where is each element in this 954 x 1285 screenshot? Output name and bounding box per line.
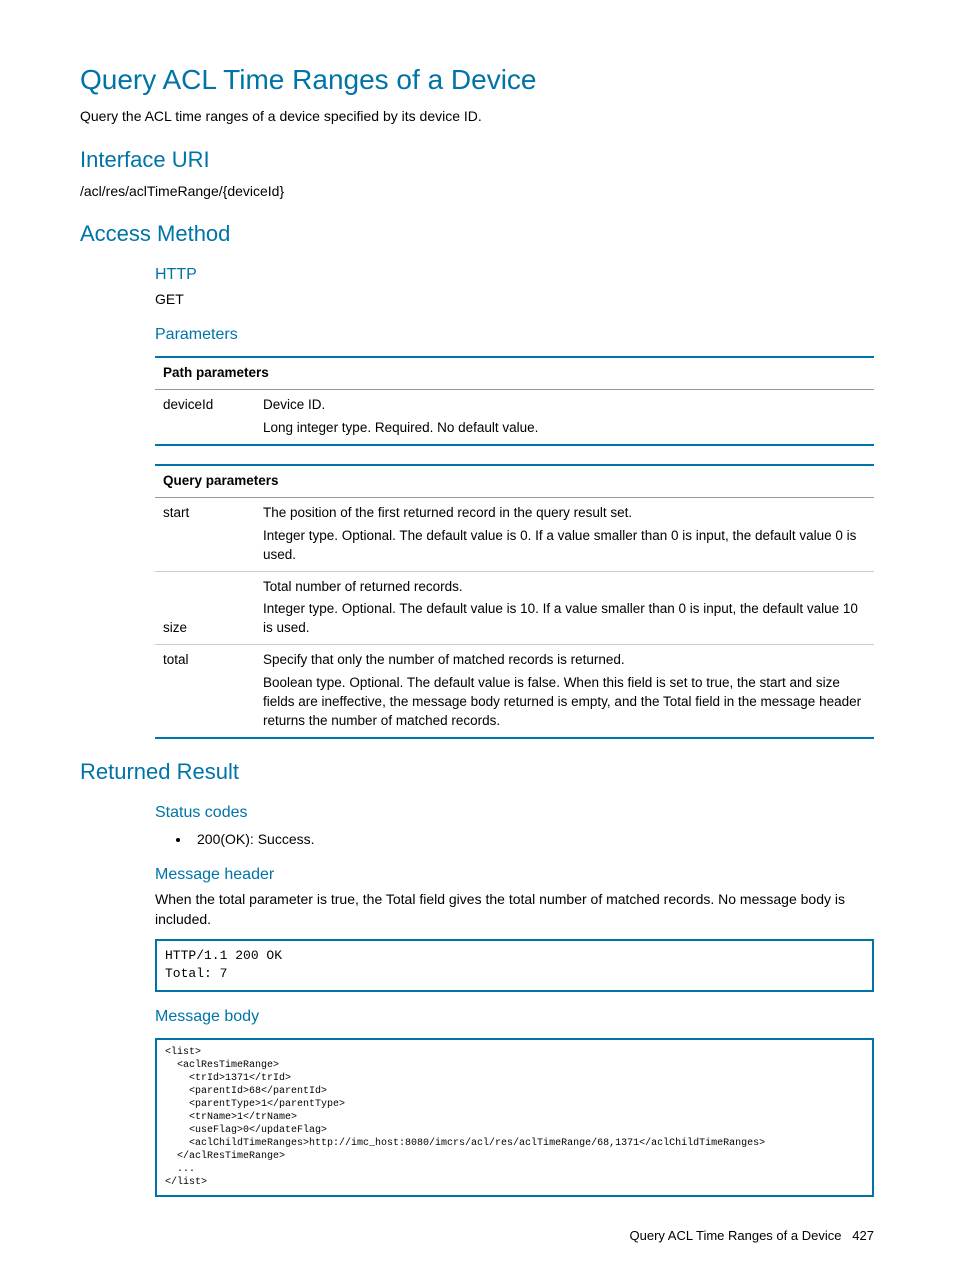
- message-header-text: When the total parameter is true, the To…: [155, 890, 874, 929]
- param-name: start: [155, 497, 255, 571]
- list-item: 200(OK): Success.: [191, 830, 874, 850]
- parameters-heading: Parameters: [155, 324, 874, 346]
- table-row: total Specify that only the number of ma…: [155, 645, 874, 738]
- status-codes-list: 200(OK): Success.: [191, 830, 874, 850]
- param-desc: Total number of returned records. Intege…: [255, 571, 874, 645]
- page-footer: Query ACL Time Ranges of a Device 427: [80, 1227, 874, 1245]
- interface-uri-heading: Interface URI: [80, 145, 874, 176]
- table-row: size Total number of returned records. I…: [155, 571, 874, 645]
- status-codes-heading: Status codes: [155, 802, 874, 824]
- page-title: Query ACL Time Ranges of a Device: [80, 60, 874, 99]
- query-table-header: Query parameters: [155, 465, 874, 497]
- param-name: total: [155, 645, 255, 738]
- param-desc: The position of the first returned recor…: [255, 497, 874, 571]
- param-name: size: [155, 571, 255, 645]
- access-method-heading: Access Method: [80, 219, 874, 250]
- footer-page: 427: [852, 1228, 874, 1243]
- message-header-heading: Message header: [155, 864, 874, 886]
- table-row: deviceId Device ID. Long integer type. R…: [155, 390, 874, 445]
- http-heading: HTTP: [155, 264, 874, 286]
- interface-uri-value: /acl/res/aclTimeRange/{deviceId}: [80, 182, 874, 202]
- path-parameters-table: Path parameters deviceId Device ID. Long…: [155, 356, 874, 446]
- message-body-heading: Message body: [155, 1006, 874, 1028]
- param-name: deviceId: [155, 390, 255, 445]
- param-desc: Specify that only the number of matched …: [255, 645, 874, 738]
- message-body-code: <list> <aclResTimeRange> <trId>1371</trI…: [155, 1038, 874, 1197]
- table-row: start The position of the first returned…: [155, 497, 874, 571]
- path-table-header: Path parameters: [155, 357, 874, 389]
- footer-title: Query ACL Time Ranges of a Device: [630, 1228, 842, 1243]
- intro-text: Query the ACL time ranges of a device sp…: [80, 107, 874, 127]
- http-value: GET: [155, 290, 874, 310]
- returned-result-heading: Returned Result: [80, 757, 874, 788]
- message-header-code: HTTP/1.1 200 OK Total: 7: [155, 939, 874, 991]
- param-desc: Device ID. Long integer type. Required. …: [255, 390, 874, 445]
- query-parameters-table: Query parameters start The position of t…: [155, 464, 874, 739]
